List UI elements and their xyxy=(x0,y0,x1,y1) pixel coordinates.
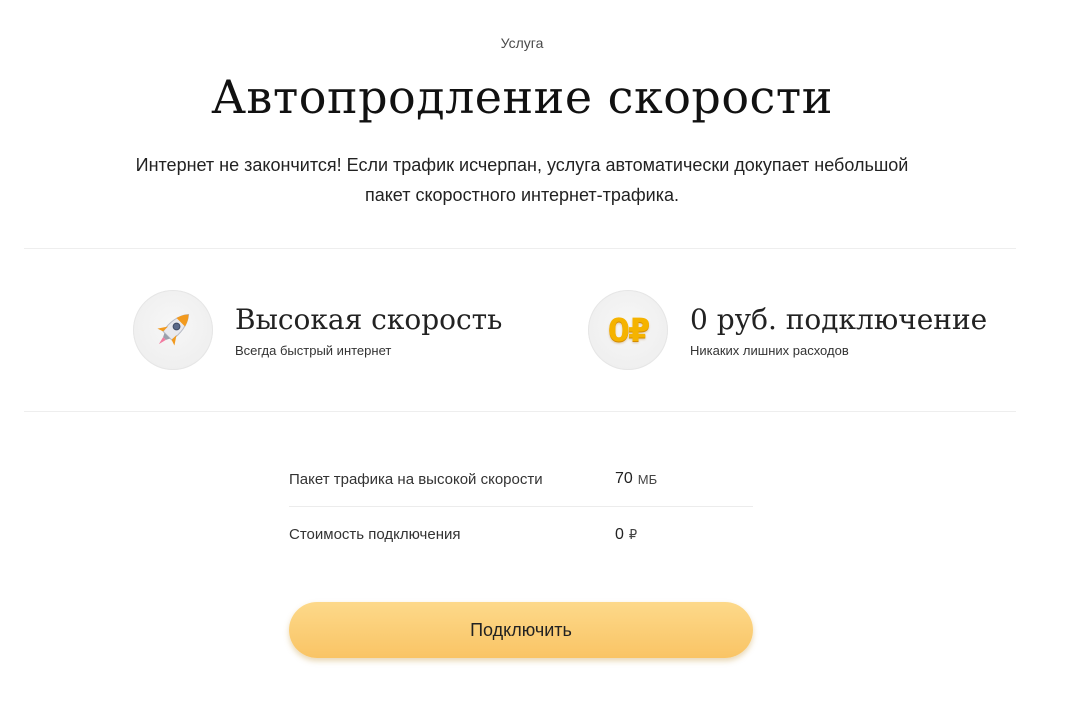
feature-subtitle: Никаких лишних расходов xyxy=(690,342,849,358)
spec-row-connection-cost: Стоимость подключения 0 ₽ xyxy=(289,507,753,562)
service-eyebrow: Услуга xyxy=(500,35,544,51)
spec-label: Пакет трафика на высокой скорости xyxy=(289,470,543,488)
divider xyxy=(24,248,1016,249)
feature-subtitle: Всегда быстрый интернет xyxy=(235,342,392,358)
service-page: Услуга Автопродление скорости Интернет н… xyxy=(0,0,1072,716)
spec-unit: ₽ xyxy=(628,526,638,542)
divider xyxy=(24,411,1016,412)
zero-ruble-badge-text: 0₽ xyxy=(607,311,651,349)
feature-title: Высокая скорость xyxy=(235,302,503,336)
spec-value: 70 xyxy=(615,470,633,487)
feature-high-speed: Высокая скорость Всегда быстрый интернет xyxy=(133,290,502,370)
service-specs: Пакет трафика на высокой скорости 70 МБ … xyxy=(289,452,753,562)
spec-label: Стоимость подключения xyxy=(289,526,461,543)
feature-title: 0 руб. подключение xyxy=(690,302,988,336)
spec-unit: МБ xyxy=(637,471,658,487)
spec-row-traffic-package: Пакет трафика на высокой скорости 70 МБ xyxy=(289,452,753,507)
zero-ruble-icon: 0₽ xyxy=(588,290,668,370)
spec-value: 0 xyxy=(615,525,624,543)
feature-free-connection: 0₽ 0 руб. подключение Никаких лишних рас… xyxy=(588,290,987,370)
service-description: Интернет не закончится! Если трафик исче… xyxy=(135,155,909,205)
connect-button[interactable]: Подключить xyxy=(289,602,753,658)
page-title: Автопродление скорости xyxy=(211,70,833,124)
rocket-icon xyxy=(133,290,213,370)
